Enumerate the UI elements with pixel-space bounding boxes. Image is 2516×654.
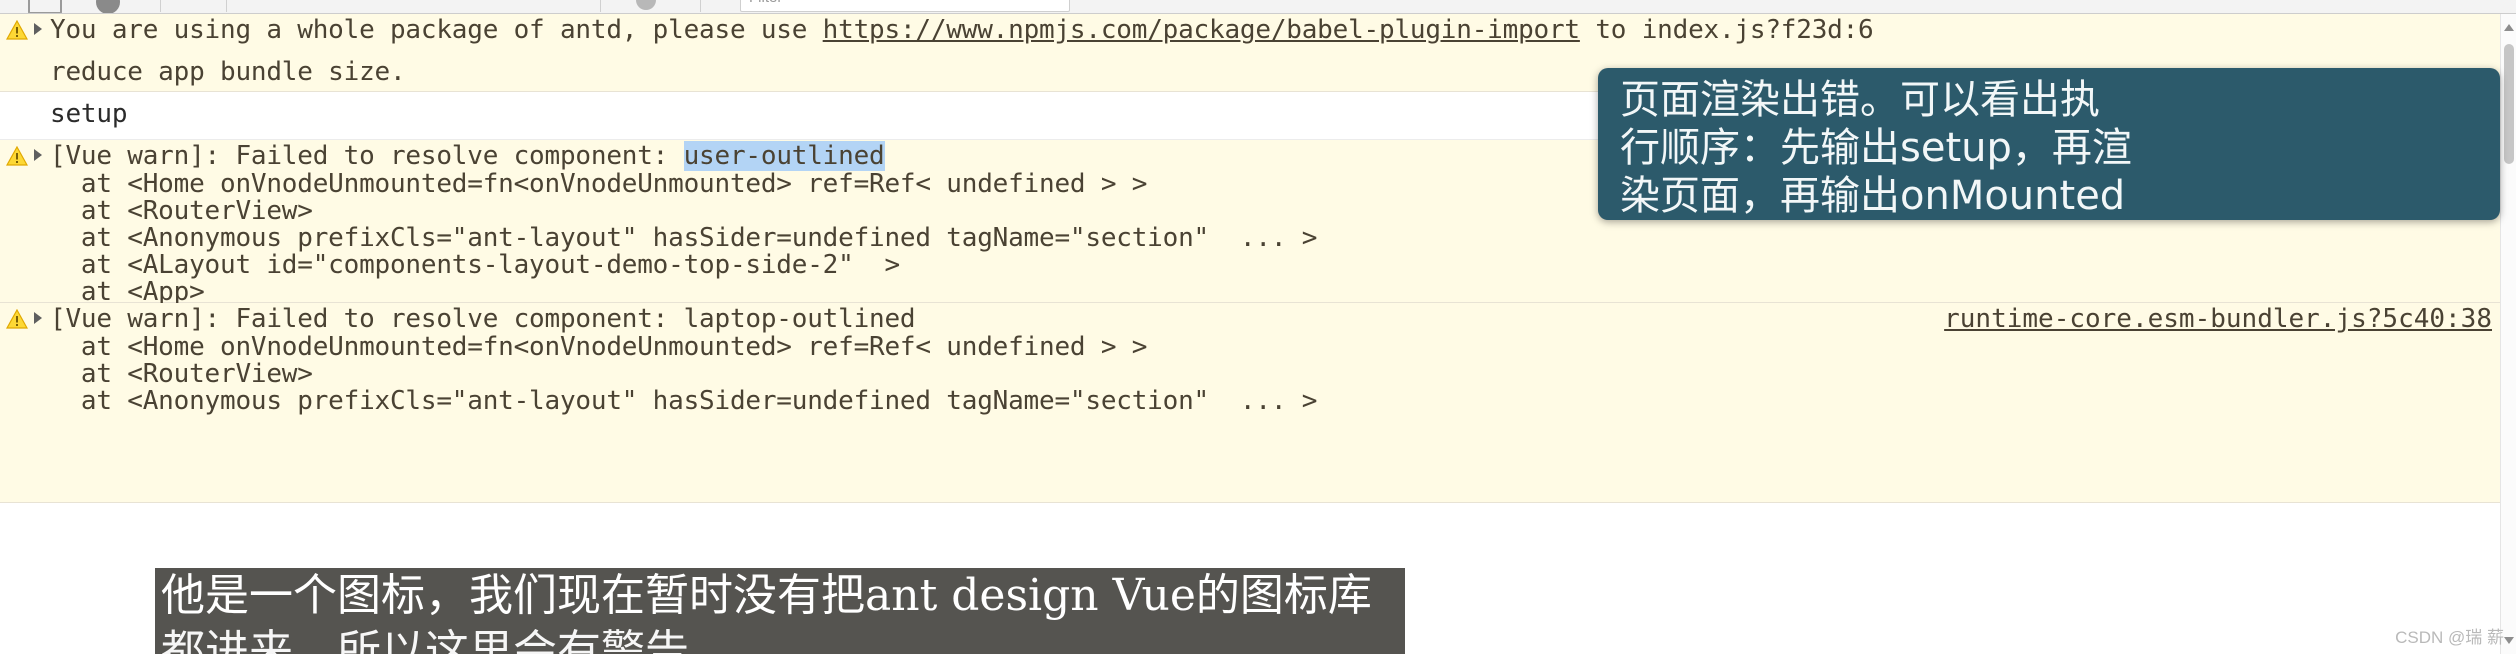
warning-triangle-icon [6,309,28,329]
expand-arrow-icon[interactable] [34,312,42,324]
console-log-text: setup [50,99,128,129]
toolbar-divider [160,0,161,12]
console-row-warning[interactable]: [Vue warn]: Failed to resolve component:… [0,303,2516,503]
device-toolbar-icon[interactable] [96,0,120,13]
callout-line: 页面渲染出错。可以看出执 [1620,77,2100,123]
console-stack-line: at <Anonymous prefixCls="ant-layout" has… [50,223,1318,253]
devtools-console-screenshot: Filter You are using a whole package of … [0,0,2516,654]
warning-triangle-icon [6,146,28,166]
toolbar-divider [700,0,701,12]
console-message-line: [Vue warn]: Failed to resolve component:… [50,141,885,171]
console-stack-line: at <RouterView> [50,196,313,226]
filter-input[interactable]: Filter [740,0,1070,12]
callout-line: 染页面，再输出onMounted [1620,173,2126,219]
message-text-part: [Vue warn]: Failed to resolve component: [50,141,684,171]
toolbar-divider [600,0,601,12]
filter-placeholder: Filter [749,0,782,6]
npm-package-link[interactable]: https://www.npmjs.com/package/babel-plug… [823,15,1580,45]
message-text-tail: to index.js?f23d:6 [1579,15,1874,45]
source-file-link[interactable]: runtime-core.esm-bundler.js?5c40:38 [1944,305,2492,333]
video-subtitle-overlay: 他是一个图标，我们现在暂时没有把ant design Vue的图标库 都进来，所… [155,568,1405,654]
message-text-part: You are using a whole package of antd, p… [50,15,823,45]
console-message-line: [Vue warn]: Failed to resolve component:… [50,304,916,334]
devtools-toolbar: Filter [0,0,2516,14]
expand-arrow-icon[interactable] [34,23,42,35]
subtitle-line: 都进来，所以这里会有警告 [161,626,689,654]
console-message-line: You are using a whole package of antd, p… [50,16,1874,44]
annotation-callout: 页面渲染出错。可以看出执 行顺序：先输出setup，再渲 染页面，再输出onMo… [1598,68,2500,220]
warning-triangle-icon [6,20,28,40]
console-message-line: reduce app bundle size. [50,57,406,87]
inspect-icon[interactable] [28,0,62,13]
subtitle-line: 他是一个图标，我们现在暂时没有把ant design Vue的图标库 [161,570,1372,621]
console-scrollbar[interactable] [2500,14,2516,654]
console-stack-line: at <Home onVnodeUnmounted=fn<onVnodeUnmo… [50,169,1148,199]
scroll-up-arrow-icon[interactable] [2504,24,2514,31]
console-stack-line: at <Home onVnodeUnmounted=fn<onVnodeUnmo… [50,332,1148,362]
record-icon[interactable] [636,0,656,10]
console-stack-line: at <App> [50,277,205,307]
callout-line: 行顺序：先输出setup，再渲 [1620,125,2132,171]
expand-arrow-icon[interactable] [34,149,42,161]
scrollbar-thumb[interactable] [2504,44,2514,164]
console-stack-line: at <RouterView> [50,359,313,389]
scroll-down-arrow-icon[interactable] [2504,637,2514,644]
toolbar-divider [226,0,227,12]
selected-component-name[interactable]: user-outlined [683,141,885,171]
csdn-watermark: CSDN @瑞 薪 [2395,628,2504,647]
console-stack-line: at <Anonymous prefixCls="ant-layout" has… [50,386,1318,416]
console-stack-line: at <ALayout id="components-layout-demo-t… [50,250,900,280]
